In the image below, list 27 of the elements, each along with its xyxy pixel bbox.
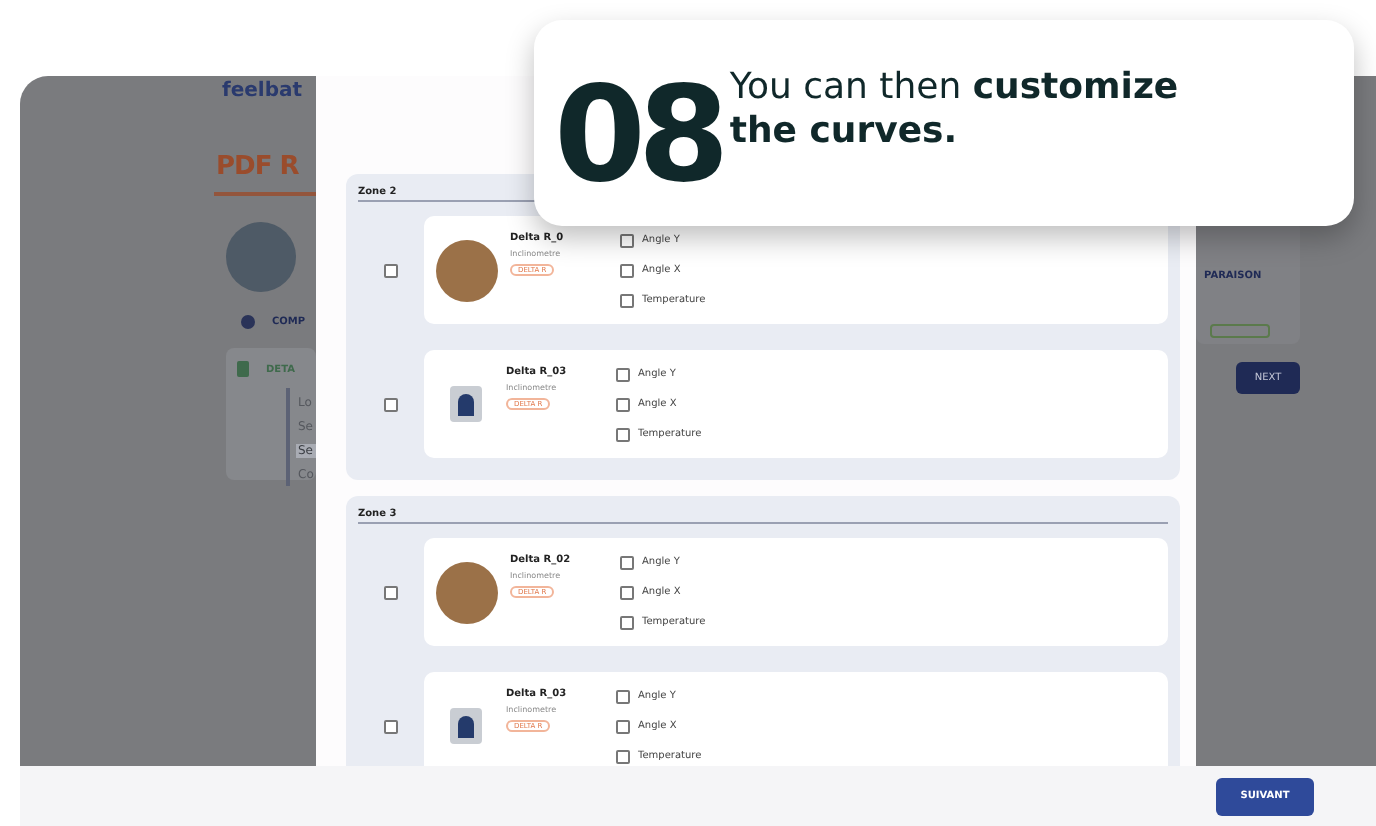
- checkbox[interactable]: [620, 233, 634, 247]
- checkbox[interactable]: [384, 263, 398, 277]
- checkbox[interactable]: [616, 427, 630, 441]
- checkbox[interactable]: [384, 585, 398, 599]
- device-icon: [448, 706, 484, 746]
- checkbox[interactable]: [620, 585, 634, 599]
- photo-placeholder: [226, 222, 296, 292]
- checkbox[interactable]: [384, 397, 398, 411]
- callout-text: You can then customize the curves.: [729, 66, 1181, 154]
- step-number: 08: [554, 60, 722, 212]
- photo-placeholder: [436, 561, 498, 623]
- checkbox[interactable]: [616, 367, 630, 381]
- photo-placeholder: [436, 239, 498, 301]
- document-icon: [236, 360, 250, 378]
- checkbox[interactable]: [384, 719, 398, 733]
- checkbox[interactable]: [620, 263, 634, 277]
- page-title: PDF R: [216, 154, 299, 182]
- device-icon: [448, 384, 484, 424]
- checkbox[interactable]: [620, 555, 634, 569]
- checkbox[interactable]: [620, 293, 634, 307]
- checkbox[interactable]: [616, 689, 630, 703]
- checkbox[interactable]: [616, 749, 630, 763]
- checkbox[interactable]: [620, 615, 634, 629]
- checkbox[interactable]: [616, 397, 630, 411]
- brand-logo: feelbat: [222, 80, 303, 102]
- checkbox[interactable]: [616, 719, 630, 733]
- chat-icon: [240, 314, 256, 330]
